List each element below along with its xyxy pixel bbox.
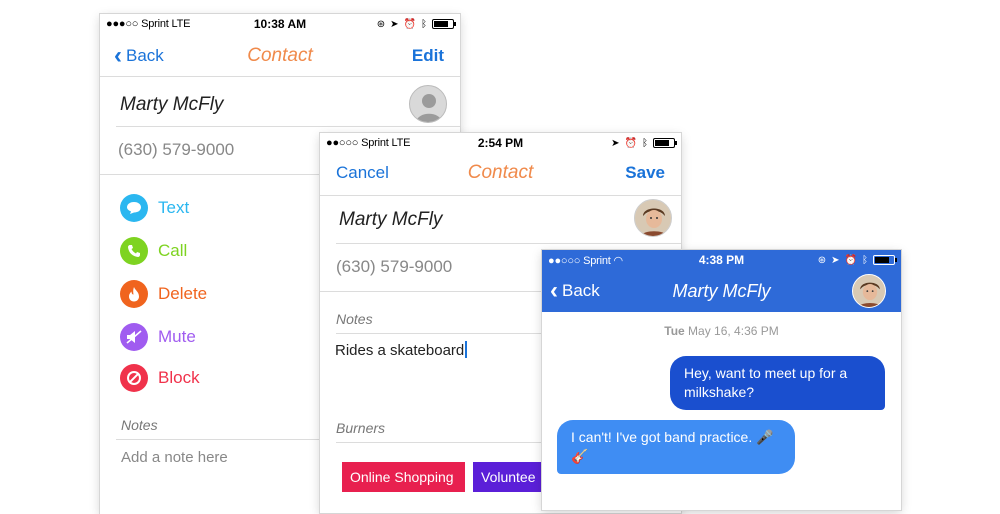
contact-name: Marty McFly — [120, 94, 224, 115]
avatar-placeholder[interactable] — [409, 85, 447, 123]
divider — [100, 76, 460, 77]
notes-text: Rides a skateboard — [335, 342, 465, 359]
phone-number[interactable]: (630) 579-9000 — [118, 140, 234, 160]
message-timestamp: Tue May 16, 4:36 PM — [542, 324, 901, 338]
action-text[interactable]: Text — [120, 194, 189, 222]
status-bar: ●●○○○ Sprint ◠ 4:38 PM ⊛ ➤ ⏰ ᛒ — [542, 250, 901, 270]
location-icon: ➤ — [831, 254, 840, 266]
notes-input[interactable]: Rides a skateboard — [335, 341, 467, 359]
notes-label: Notes — [336, 311, 373, 327]
status-icons: ⊛ ➤ ⏰ ᛒ — [817, 254, 897, 266]
phone-icon — [120, 237, 148, 265]
action-label: Delete — [158, 284, 208, 303]
action-label: Block — [158, 368, 200, 387]
nav-bar: ‹ Back Contact Edit — [100, 38, 460, 74]
status-bar: ●●○○○ Sprint LTE 2:54 PM ➤ ⏰ ᛒ — [320, 133, 681, 153]
bluetooth-icon: ᛒ — [421, 18, 427, 30]
profile-photo-icon — [635, 200, 671, 236]
flame-icon — [120, 280, 148, 308]
bluetooth-icon: ᛒ — [642, 137, 648, 149]
burners-label: Burners — [336, 420, 386, 436]
outgoing-message[interactable]: Hey, want to meet up for a milkshake? — [670, 356, 885, 410]
chat-title: Marty McFly — [672, 280, 771, 301]
battery-icon — [432, 19, 456, 29]
status-icons: ➤ ⏰ ᛒ — [611, 137, 677, 149]
action-label: Mute — [158, 327, 196, 346]
timestamp-date: May 16, 4:36 PM — [684, 324, 779, 338]
bluetooth-icon: ᛒ — [862, 254, 868, 266]
chat-screen: ●●○○○ Sprint ◠ 4:38 PM ⊛ ➤ ⏰ ᛒ ‹ Back Ma… — [542, 250, 901, 510]
mute-icon — [120, 323, 148, 351]
incoming-message[interactable]: I can't! I've got band practice. 🎤🎸 — [557, 420, 795, 474]
alarm-icon: ⏰ — [624, 137, 637, 149]
action-block[interactable]: Block — [120, 364, 200, 392]
action-mute[interactable]: Mute — [120, 323, 196, 351]
nav-bar: Cancel Contact Save — [320, 155, 681, 191]
action-call[interactable]: Call — [120, 237, 187, 265]
divider — [336, 243, 681, 244]
person-icon — [416, 94, 442, 122]
phone-number-input[interactable]: (630) 579-9000 — [336, 257, 452, 277]
divider — [320, 195, 681, 196]
nav-title: Contact — [247, 45, 313, 66]
divider — [116, 126, 460, 127]
block-icon — [120, 364, 148, 392]
chat-icon — [120, 194, 148, 222]
notes-input[interactable]: Add a note here — [121, 449, 228, 466]
action-delete[interactable]: Delete — [120, 280, 207, 308]
text-cursor — [465, 341, 467, 358]
save-button[interactable]: Save — [625, 163, 665, 183]
avatar[interactable] — [634, 199, 672, 237]
alarm-icon: ⏰ — [844, 254, 857, 266]
nav-bar: ‹ Back Marty McFly — [542, 273, 901, 309]
timestamp-day: Tue — [664, 324, 685, 338]
status-bar: ●●●○○ Sprint LTE 10:38 AM ⊛ ➤ ⏰ ᛒ — [100, 14, 460, 34]
battery-icon — [873, 255, 897, 265]
action-label: Call — [158, 241, 188, 260]
notes-label: Notes — [121, 417, 158, 433]
alarm-icon: ⏰ — [403, 18, 416, 30]
rotation-lock-icon: ⊛ — [376, 18, 386, 30]
contact-name-input[interactable]: Marty McFly — [339, 209, 442, 231]
location-icon: ➤ — [390, 18, 399, 30]
status-icons: ⊛ ➤ ⏰ ᛒ — [376, 18, 456, 30]
edit-button[interactable]: Edit — [412, 46, 444, 66]
action-label: Text — [158, 198, 190, 217]
burner-tag-online-shopping[interactable]: Online Shopping — [342, 462, 465, 492]
rotation-lock-icon: ⊛ — [817, 254, 827, 266]
battery-icon — [653, 138, 677, 148]
location-icon: ➤ — [611, 137, 620, 149]
avatar[interactable] — [852, 274, 886, 308]
